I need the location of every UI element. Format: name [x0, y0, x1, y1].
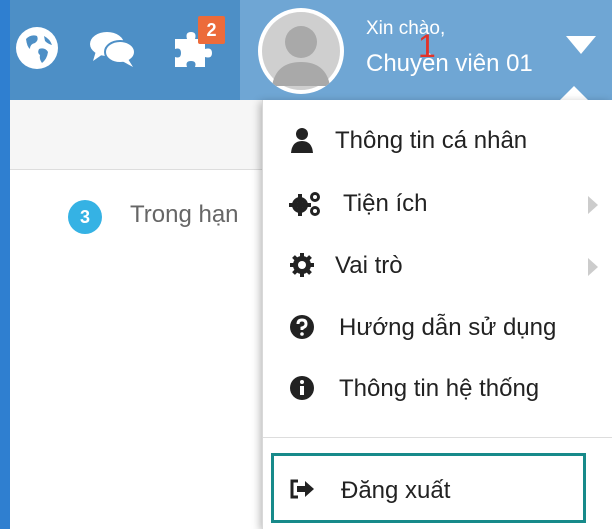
- menu-item-label: Thông tin hệ thống: [339, 375, 540, 402]
- menu-item-label: Hướng dẫn sử dụng: [339, 314, 557, 341]
- annotation-marker: 1: [418, 28, 436, 64]
- username-text: Chuyên viên 01: [366, 50, 533, 77]
- status-count-badge: 3: [68, 200, 102, 234]
- menu-item-logout[interactable]: Đăng xuất: [263, 461, 612, 515]
- menu-item-label: Vai trò: [335, 252, 403, 279]
- menu-item-roles[interactable]: Vai trò: [263, 239, 612, 293]
- info-circle-icon: [289, 375, 315, 401]
- menu-divider: [263, 437, 612, 438]
- chevron-right-icon: [586, 256, 600, 278]
- avatar[interactable]: [258, 8, 344, 94]
- menu-item-personal-info[interactable]: Thông tin cá nhân: [263, 114, 612, 168]
- user-icon: [289, 127, 315, 153]
- globe-icon[interactable]: [14, 25, 60, 71]
- menu-item-label: Đăng xuất: [341, 477, 451, 504]
- cogs-icon: [289, 190, 320, 216]
- menu-item-label: Thông tin cá nhân: [335, 127, 528, 154]
- menu-item-user-guide[interactable]: Hướng dẫn sử dụng: [263, 300, 612, 354]
- menu-item-utilities[interactable]: Tiện ích: [263, 176, 612, 230]
- menu-item-label: Tiện ích: [343, 190, 428, 217]
- caret-down-icon[interactable]: [566, 36, 596, 54]
- menu-item-system-info[interactable]: Thông tin hệ thống: [263, 362, 612, 416]
- left-border: [0, 0, 10, 529]
- status-label[interactable]: Trong hạn: [130, 201, 239, 229]
- sign-out-icon: [289, 477, 315, 503]
- question-circle-icon: [289, 314, 315, 340]
- chevron-right-icon: [586, 194, 600, 216]
- chat-icon[interactable]: [88, 25, 136, 71]
- notification-badge: 2: [198, 16, 225, 44]
- dropdown-pointer: [560, 86, 588, 100]
- user-dropdown-menu: Thông tin cá nhân Tiện ích Vai trò Hướng…: [262, 100, 612, 529]
- gear-icon: [289, 252, 315, 278]
